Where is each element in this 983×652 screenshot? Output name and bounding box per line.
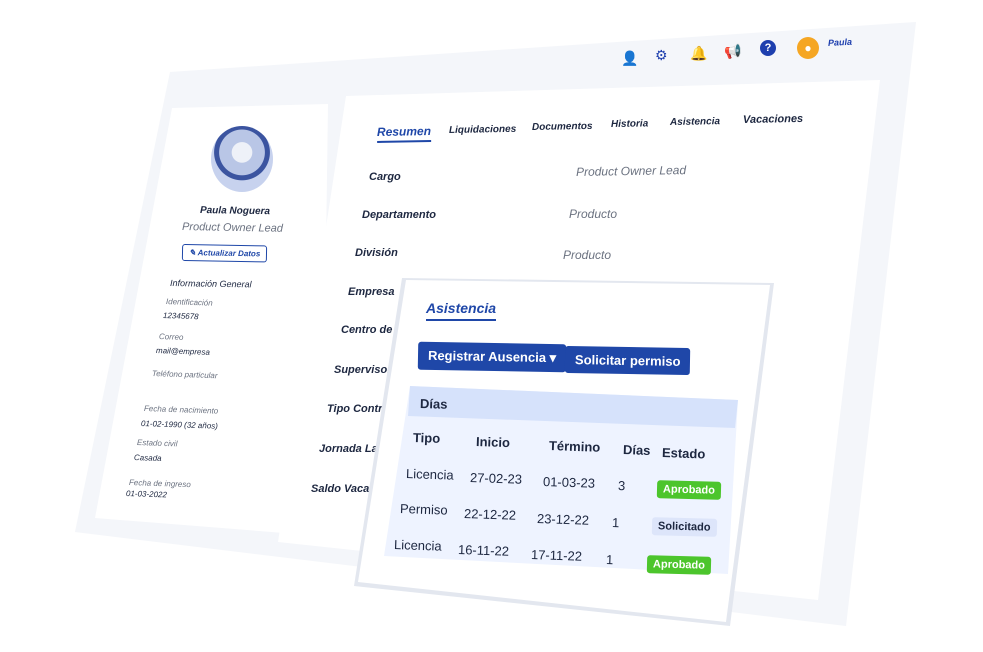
cell-dias: 1 [605,552,614,568]
megaphone-icon[interactable]: 📢 [724,43,741,60]
field-value: 12345678 [162,311,199,322]
status-badge: Solicitado [651,517,717,537]
update-data-button[interactable]: ✎ Actualizar Datos [181,244,268,263]
field-value: Casada [133,453,162,463]
summary-label: División [355,247,398,259]
summary-label: Empresa [348,286,395,298]
cell-inicio: 22-12-22 [463,506,517,523]
tab-resumen[interactable]: Resumen [376,124,432,143]
help-icon[interactable]: ? [760,40,776,56]
column-header: Días [622,442,651,458]
tab-liquidaciones[interactable]: Liquidaciones [449,124,516,136]
tab-documentos[interactable]: Documentos [532,121,593,133]
gear-icon[interactable]: ⚙ [655,47,668,64]
field-label: Correo [158,332,184,342]
general-info-title: Información General [169,278,252,290]
tab-vacaciones[interactable]: Vacaciones [743,113,803,126]
cell-inicio: 16-11-22 [457,542,510,559]
summary-label: Jornada Lal [319,443,381,455]
column-header: Término [548,438,601,455]
column-header: Estado [661,445,706,462]
status-badge: Aprobado [656,480,722,500]
cell-dias: 3 [617,478,626,494]
cell-tipo: Licencia [405,466,454,483]
column-header: Tipo [412,430,441,446]
summary-label: Tipo Contra [327,403,389,415]
update-data-label: Actualizar Datos [197,248,261,259]
profile-name: Paula Noguera [199,205,271,218]
cell-termino: 17-11-22 [530,547,583,564]
request-permission-button[interactable]: Solicitar permiso [564,345,691,376]
profile-role: Product Owner Lead [181,221,283,235]
table-title: Días [419,396,448,412]
field-value: mail@empresa [155,346,211,357]
register-absence-label: Registrar Ausencia [427,347,547,365]
cell-termino: 01-03-23 [542,474,596,491]
field-label: Identificación [165,297,213,308]
summary-value: Producto [563,248,612,262]
cell-inicio: 27-02-23 [469,470,523,487]
profile-photo [211,126,273,192]
cell-tipo: Permiso [399,501,448,518]
tab-asistencia[interactable]: Asistencia [670,116,720,128]
bell-icon[interactable]: 🔔 [690,45,707,62]
column-header: Inicio [475,434,511,451]
summary-value: Product Owner Lead [575,163,687,179]
user-search-icon[interactable]: 👤 [621,50,638,67]
user-name[interactable]: Paula [828,37,853,48]
attendance-title: Asistencia [426,300,497,321]
summary-label: Cargo [369,171,401,183]
register-absence-button[interactable]: Registrar Ausencia ▾ [417,341,567,373]
field-value: 01-03-2022 [125,489,168,500]
tab-historia[interactable]: Historia [611,118,648,130]
avatar-icon[interactable]: ● [797,37,819,59]
summary-label: Supervisor [334,364,392,376]
request-permission-label: Solicitar permiso [574,352,681,369]
pencil-icon: ✎ [188,248,198,258]
cell-tipo: Licencia [393,537,442,554]
status-badge: Aprobado [646,555,712,575]
summary-label: Saldo Vaca [311,483,370,495]
cell-dias: 1 [611,515,620,531]
caret-down-icon: ▾ [549,350,557,366]
cell-termino: 23-12-22 [536,511,590,528]
summary-label: Departamento [362,209,436,221]
summary-value: Producto [569,207,618,221]
field-label: Estado civil [136,438,178,449]
